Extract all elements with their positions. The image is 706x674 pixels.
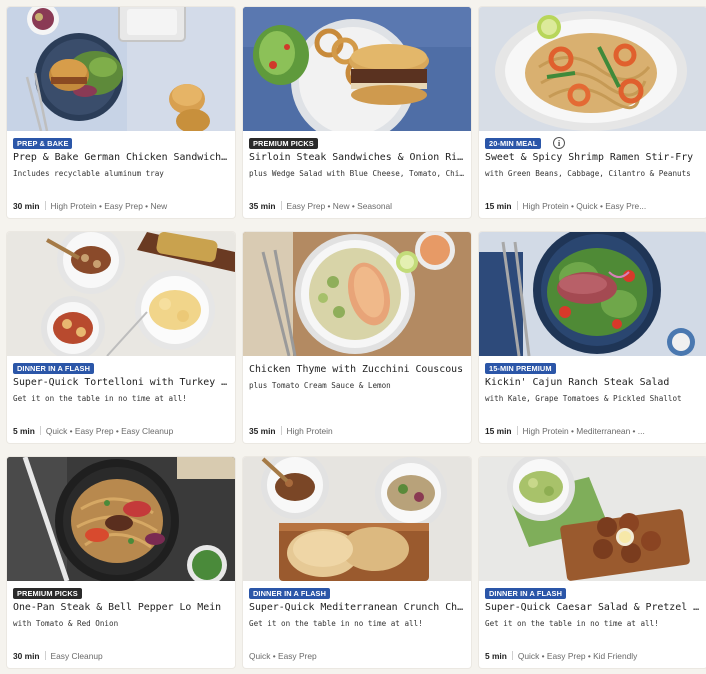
recipe-card[interactable]: 15-MIN PREMIUM Kickin' Cajun Ranch Steak… bbox=[479, 232, 706, 443]
cook-time: 35 min bbox=[249, 426, 276, 436]
recipe-tags: High Protein • Quick • Easy Pre... bbox=[522, 201, 647, 211]
recipe-meta: 15 min High Protein • Mediterranean • ... bbox=[485, 425, 701, 437]
divider bbox=[44, 201, 46, 210]
recipe-card[interactable]: 20-MIN MEAL i Sweet & Spicy Shrimp Ramen… bbox=[479, 7, 706, 218]
divider bbox=[39, 426, 41, 435]
cook-time: 35 min bbox=[249, 201, 276, 211]
recipe-subtitle: with Kale, Grape Tomatoes & Pickled Shal… bbox=[485, 394, 682, 403]
recipe-card[interactable]: DINNER IN A FLASH Super-Quick Tortelloni… bbox=[7, 232, 235, 443]
recipe-meta: 5 min Quick • Easy Prep • Easy Cleanup bbox=[13, 425, 229, 437]
recipe-badge: PREMIUM PICKS bbox=[13, 588, 82, 599]
info-icon[interactable]: i bbox=[553, 137, 565, 149]
recipe-title[interactable]: Super-Quick Caesar Salad & Pretzel Nu... bbox=[485, 601, 701, 615]
recipe-card[interactable]: Chicken Thyme with Zucchini Couscous plu… bbox=[243, 232, 471, 443]
recipe-subtitle: plus Wedge Salad with Blue Cheese, Tomat… bbox=[249, 169, 465, 178]
mediterranean-photo[interactable] bbox=[243, 457, 471, 581]
recipe-meta: 35 min High Protein bbox=[249, 425, 465, 437]
recipe-title[interactable]: Chicken Thyme with Zucchini Couscous bbox=[249, 363, 465, 377]
recipe-tags: Quick • Easy Prep • Easy Cleanup bbox=[45, 426, 174, 436]
cook-time: 30 min bbox=[13, 201, 40, 211]
recipe-tags: Quick • Easy Prep bbox=[249, 651, 317, 661]
caesar-pretzel-photo[interactable] bbox=[479, 457, 706, 581]
cook-time: 30 min bbox=[13, 651, 40, 661]
steak-sandwich-photo[interactable] bbox=[243, 7, 471, 131]
recipe-subtitle: Get it on the table in no time at all! bbox=[249, 619, 423, 628]
recipe-title[interactable]: Super-Quick Mediterranean Crunch Chic... bbox=[249, 601, 465, 615]
chicken-sandwiches-photo[interactable] bbox=[7, 7, 235, 131]
recipe-card[interactable]: DINNER IN A FLASH Super-Quick Mediterran… bbox=[243, 457, 471, 668]
recipe-card[interactable]: PREP & BAKE Prep & Bake German Chicken S… bbox=[7, 7, 235, 218]
recipe-badge: DINNER IN A FLASH bbox=[13, 363, 95, 374]
recipe-subtitle: Get it on the table in no time at all! bbox=[485, 619, 659, 628]
cook-time: 15 min bbox=[485, 426, 512, 436]
recipe-tags: Easy Prep • New • Seasonal bbox=[286, 201, 393, 211]
recipe-subtitle: plus Tomato Cream Sauce & Lemon bbox=[249, 381, 391, 390]
recipe-subtitle: Includes recyclable aluminum tray bbox=[13, 169, 164, 178]
recipe-subtitle: with Green Beans, Cabbage, Cilantro & Pe… bbox=[485, 169, 691, 178]
recipe-card[interactable]: PREMIUM PICKS Sirloin Steak Sandwiches &… bbox=[243, 7, 471, 218]
cook-time: 15 min bbox=[485, 201, 512, 211]
cook-time: 5 min bbox=[13, 426, 35, 436]
couscous-bowl-photo[interactable] bbox=[243, 232, 471, 356]
recipe-tags: High Protein bbox=[286, 426, 333, 436]
divider bbox=[511, 651, 513, 660]
recipe-subtitle: with Tomato & Red Onion bbox=[13, 619, 119, 628]
shrimp-ramen-photo[interactable] bbox=[479, 7, 706, 131]
recipe-meta: 35 min Easy Prep • New • Seasonal bbox=[249, 200, 465, 212]
recipe-card[interactable]: PREMIUM PICKS One-Pan Steak & Bell Peppe… bbox=[7, 457, 235, 668]
recipe-meta: Quick • Easy Prep bbox=[249, 650, 465, 662]
recipe-tags: Easy Cleanup bbox=[50, 651, 103, 661]
recipe-meta: 30 min Easy Cleanup bbox=[13, 650, 229, 662]
recipe-badge: DINNER IN A FLASH bbox=[485, 588, 567, 599]
recipe-title[interactable]: Prep & Bake German Chicken Sandwiches bbox=[13, 151, 229, 165]
recipe-meta: 30 min High Protein • Easy Prep • New bbox=[13, 200, 229, 212]
recipe-badge: 15-MIN PREMIUM bbox=[485, 363, 556, 374]
recipe-badge: PREP & BAKE bbox=[13, 138, 73, 149]
recipe-meta: 5 min Quick • Easy Prep • Kid Friendly bbox=[485, 650, 701, 662]
steak-salad-photo[interactable] bbox=[479, 232, 706, 356]
recipe-title[interactable]: Sweet & Spicy Shrimp Ramen Stir-Fry bbox=[485, 151, 701, 165]
recipe-tags: High Protein • Mediterranean • ... bbox=[522, 426, 645, 436]
recipe-subtitle: Get it on the table in no time at all! bbox=[13, 394, 187, 403]
recipe-meta: 15 min High Protein • Quick • Easy Pre... bbox=[485, 200, 701, 212]
divider bbox=[44, 651, 46, 660]
recipe-title[interactable]: Sirloin Steak Sandwiches & Onion Rings bbox=[249, 151, 465, 165]
divider bbox=[280, 201, 282, 210]
divider bbox=[516, 201, 518, 210]
recipe-card[interactable]: DINNER IN A FLASH Super-Quick Caesar Sal… bbox=[479, 457, 706, 668]
divider bbox=[280, 426, 282, 435]
recipe-badge: 20-MIN MEAL bbox=[485, 138, 542, 149]
recipe-tags: High Protein • Easy Prep • New bbox=[50, 201, 168, 211]
recipe-title[interactable]: Super-Quick Tortelloni with Turkey Bolo.… bbox=[13, 376, 229, 390]
recipe-badge: PREMIUM PICKS bbox=[249, 138, 318, 149]
divider bbox=[516, 426, 518, 435]
cook-time: 5 min bbox=[485, 651, 507, 661]
recipe-badge: DINNER IN A FLASH bbox=[249, 588, 331, 599]
recipe-title[interactable]: Kickin' Cajun Ranch Steak Salad bbox=[485, 376, 701, 390]
lo-mein-photo[interactable] bbox=[7, 457, 235, 581]
recipe-title[interactable]: One-Pan Steak & Bell Pepper Lo Mein bbox=[13, 601, 229, 615]
recipe-tags: Quick • Easy Prep • Kid Friendly bbox=[517, 651, 638, 661]
tortelloni-photo[interactable] bbox=[7, 232, 235, 356]
